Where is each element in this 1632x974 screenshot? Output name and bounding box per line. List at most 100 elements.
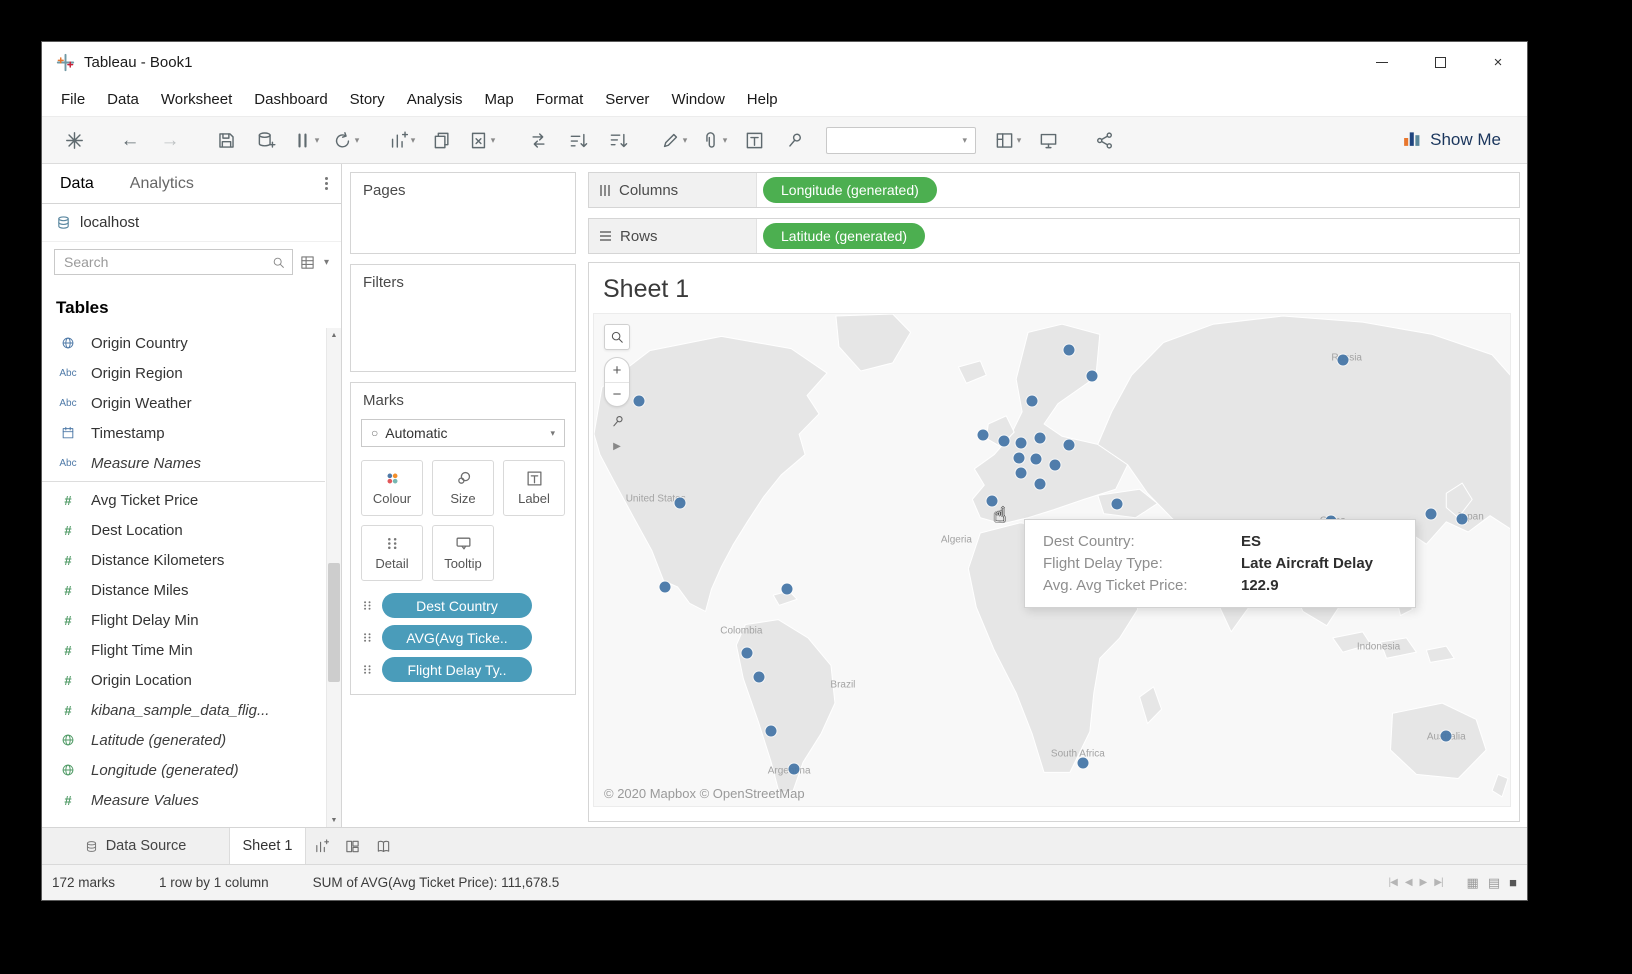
show-hide-cards-button[interactable]: ▾ xyxy=(990,124,1026,156)
pill-avg-avg-ticke[interactable]: AVG(Avg Ticke.. xyxy=(382,625,532,650)
field-dest-location[interactable]: #Dest Location xyxy=(42,515,325,545)
zoom-out-button[interactable]: − xyxy=(605,382,629,406)
view-as-grid-icon[interactable] xyxy=(300,255,315,270)
field-longitude-generated[interactable]: Longitude (generated) xyxy=(42,755,325,785)
tab-data-source[interactable]: Data Source xyxy=(42,828,230,864)
sort-descending-button[interactable] xyxy=(600,124,636,156)
field-kibana-sample-data-flig[interactable]: #kibana_sample_data_flig... xyxy=(42,695,325,725)
map-mark[interactable] xyxy=(633,395,644,406)
map-pin-button[interactable] xyxy=(610,414,625,434)
field-distance-kilometers[interactable]: #Distance Kilometers xyxy=(42,545,325,575)
map-mark[interactable] xyxy=(1063,344,1074,355)
mark-type-dropdown[interactable]: ○ Automatic ▾ xyxy=(361,419,565,447)
field-flight-delay-min[interactable]: #Flight Delay Min xyxy=(42,605,325,635)
pages-shelf[interactable]: Pages xyxy=(350,172,576,254)
highlight-button[interactable]: ▾ xyxy=(656,124,692,156)
pane-options-icon[interactable] xyxy=(311,164,341,203)
map-mark[interactable] xyxy=(742,648,753,659)
map-mark[interactable] xyxy=(1441,730,1452,741)
presentation-mode-button[interactable] xyxy=(1030,124,1066,156)
field-origin-country[interactable]: Origin Country xyxy=(42,328,325,358)
marks-detail-button[interactable]: Detail xyxy=(361,525,423,581)
field-measure-names[interactable]: AbcMeasure Names xyxy=(42,448,325,478)
menu-help[interactable]: Help xyxy=(736,82,789,116)
scrollbar-thumb[interactable] xyxy=(328,563,340,683)
scroll-up-icon[interactable]: ▲ xyxy=(327,328,341,342)
map-mark[interactable] xyxy=(1063,440,1074,451)
map-search-button[interactable] xyxy=(604,324,630,350)
fields-scrollbar[interactable]: ▲ ▼ xyxy=(326,328,341,827)
map-mark[interactable] xyxy=(766,725,777,736)
new-worksheet-button[interactable]: ▾ xyxy=(384,124,420,156)
map-mark[interactable] xyxy=(1426,508,1437,519)
show-mark-labels-button[interactable] xyxy=(736,124,772,156)
tab-sheet-1[interactable]: Sheet 1 xyxy=(230,828,306,864)
map-mark[interactable] xyxy=(659,581,670,592)
menu-dashboard[interactable]: Dashboard xyxy=(243,82,338,116)
field-origin-weather[interactable]: AbcOrigin Weather xyxy=(42,388,325,418)
field-avg-ticket-price[interactable]: #Avg Ticket Price xyxy=(42,485,325,515)
map-mark[interactable] xyxy=(1086,371,1097,382)
menu-analysis[interactable]: Analysis xyxy=(396,82,474,116)
menu-window[interactable]: Window xyxy=(660,82,735,116)
field-distance-miles[interactable]: #Distance Miles xyxy=(42,575,325,605)
grid-view-icon[interactable]: ▦ xyxy=(1467,875,1479,891)
map-mark[interactable] xyxy=(1077,758,1088,769)
swap-rows-columns-button[interactable] xyxy=(520,124,556,156)
save-button[interactable] xyxy=(208,124,244,156)
map-mark[interactable] xyxy=(978,430,989,441)
pill-dest-country[interactable]: Dest Country xyxy=(382,593,532,618)
pause-auto-updates-button[interactable]: ▾ xyxy=(288,124,324,156)
fix-axes-button[interactable] xyxy=(776,124,812,156)
nav-next-icon[interactable]: ▶ xyxy=(1420,877,1427,888)
new-dashboard-button[interactable] xyxy=(337,828,368,864)
tab-data[interactable]: Data xyxy=(42,164,112,203)
menu-data[interactable]: Data xyxy=(96,82,150,116)
menu-worksheet[interactable]: Worksheet xyxy=(150,82,243,116)
columns-shelf[interactable]: Columns Longitude (generated) xyxy=(588,172,1520,208)
sort-ascending-button[interactable] xyxy=(560,124,596,156)
map-mark[interactable] xyxy=(674,498,685,509)
solid-view-icon[interactable]: ■ xyxy=(1509,875,1517,891)
menu-file[interactable]: File xyxy=(50,82,96,116)
menu-map[interactable]: Map xyxy=(474,82,525,116)
tableau-logo-button[interactable] xyxy=(56,124,92,156)
map-view[interactable]: United StatesColombiaBrazilArgentinaAlge… xyxy=(593,313,1511,807)
nav-first-icon[interactable]: |◀ xyxy=(1389,877,1397,888)
map-mark[interactable] xyxy=(789,764,800,775)
map-mark[interactable] xyxy=(1016,467,1027,478)
map-mark[interactable] xyxy=(1337,354,1348,365)
rows-shelf[interactable]: Rows Latitude (generated) xyxy=(588,218,1520,254)
field-latitude-generated[interactable]: Latitude (generated) xyxy=(42,725,325,755)
map-mark[interactable] xyxy=(999,436,1010,447)
marks-size-button[interactable]: Size xyxy=(432,460,494,516)
share-button[interactable] xyxy=(1086,124,1122,156)
new-data-source-button[interactable] xyxy=(248,124,284,156)
maximize-button[interactable] xyxy=(1411,42,1469,82)
nav-prev-icon[interactable]: ◀ xyxy=(1405,877,1412,888)
menu-story[interactable]: Story xyxy=(339,82,396,116)
undo-button[interactable]: ← xyxy=(112,124,148,156)
field-measure-values[interactable]: #Measure Values xyxy=(42,785,325,815)
pill-latitude-generated[interactable]: Latitude (generated) xyxy=(763,223,925,249)
fit-dropdown[interactable]: ▾ xyxy=(826,127,976,154)
field-timestamp[interactable]: Timestamp xyxy=(42,418,325,448)
scroll-down-icon[interactable]: ▼ xyxy=(327,813,341,827)
zoom-in-button[interactable]: + xyxy=(605,358,629,382)
connection-row[interactable]: localhost xyxy=(42,204,341,242)
new-worksheet-button[interactable] xyxy=(306,828,337,864)
marks-tooltip-button[interactable]: Tooltip xyxy=(432,525,494,581)
field-flight-time-min[interactable]: #Flight Time Min xyxy=(42,635,325,665)
field-origin-region[interactable]: AbcOrigin Region xyxy=(42,358,325,388)
map-controls-expand-icon[interactable]: ▶ xyxy=(613,441,621,452)
menu-format[interactable]: Format xyxy=(525,82,595,116)
nav-last-icon[interactable]: ▶| xyxy=(1434,877,1442,888)
duplicate-sheet-button[interactable] xyxy=(424,124,460,156)
menu-server[interactable]: Server xyxy=(594,82,660,116)
pill-flight-delay-ty[interactable]: Flight Delay Ty.. xyxy=(382,657,532,682)
map-mark[interactable] xyxy=(1035,479,1046,490)
map-mark[interactable] xyxy=(1035,433,1046,444)
map-mark[interactable] xyxy=(1031,453,1042,464)
map-mark[interactable] xyxy=(782,584,793,595)
run-auto-updates-button[interactable]: ▾ xyxy=(328,124,364,156)
